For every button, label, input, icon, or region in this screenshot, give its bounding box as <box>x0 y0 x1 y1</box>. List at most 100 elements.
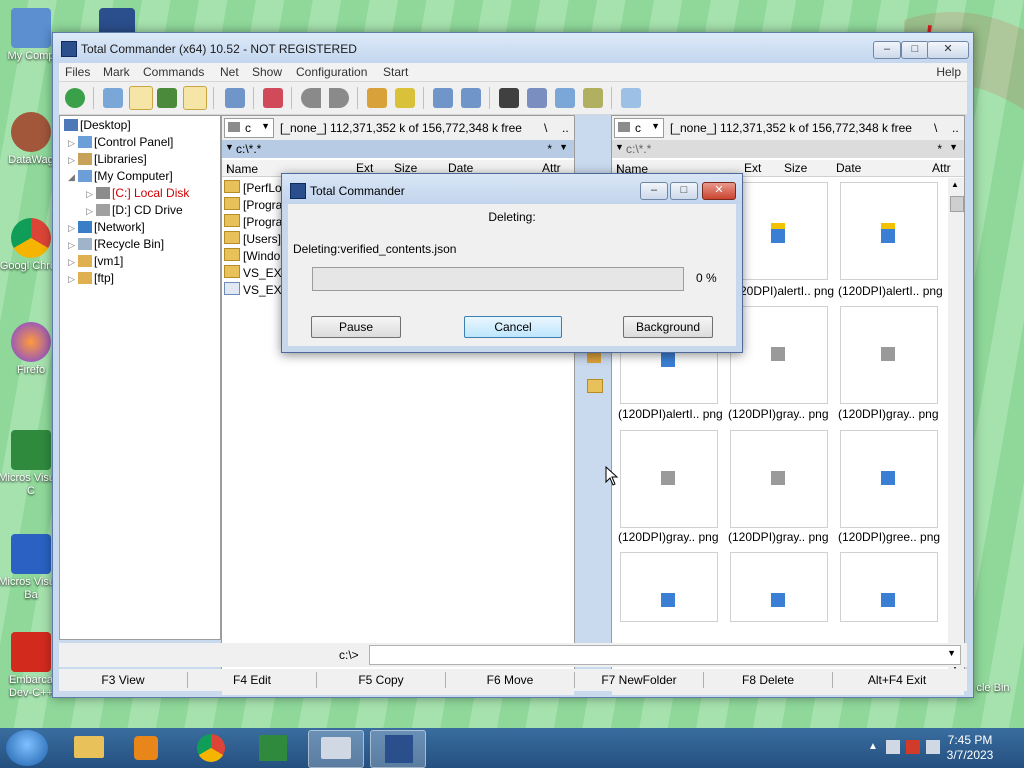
filter-dropdown-icon[interactable]: ▼ <box>559 142 568 152</box>
unpack-icon[interactable] <box>395 88 415 108</box>
file-row[interactable]: [Progra <box>224 197 282 212</box>
cancel-button[interactable]: Cancel <box>464 316 562 338</box>
back-arrow-icon[interactable] <box>301 88 321 108</box>
left-path-bar[interactable]: ▼ c:\*.* * ▼ <box>222 140 574 158</box>
tree-item-control-panel[interactable]: ▷ [Control Panel] <box>68 135 173 149</box>
menu-start[interactable]: Start <box>383 65 408 79</box>
tree-item-desktop[interactable]: [Desktop] <box>64 118 131 132</box>
taskbar-media-player[interactable] <box>120 730 174 766</box>
expand-icon[interactable]: ▷ <box>86 189 96 200</box>
right-path-bar[interactable]: ▼ c:\*.* * ▼ <box>612 140 964 158</box>
thumbnail[interactable] <box>730 430 828 528</box>
multi-rename-icon[interactable] <box>527 88 547 108</box>
f3-view-button[interactable]: F3 View <box>59 673 187 687</box>
background-button[interactable]: Background <box>623 316 713 338</box>
compare-icon[interactable] <box>583 88 603 108</box>
forward-arrow-icon[interactable] <box>329 88 349 108</box>
clock[interactable]: 7:45 PM 3/7/2023 <box>940 733 1000 763</box>
taskbar-visual-csharp[interactable] <box>246 730 300 766</box>
left-root-button[interactable]: \ <box>544 121 547 135</box>
start-button[interactable] <box>6 730 48 766</box>
expand-icon[interactable]: ▷ <box>68 257 78 268</box>
thumbnail[interactable] <box>840 430 938 528</box>
expand-icon[interactable]: ▷ <box>68 138 78 149</box>
ftp-icon[interactable] <box>433 88 453 108</box>
full-view-icon[interactable] <box>129 86 153 110</box>
search-icon[interactable] <box>499 88 519 108</box>
menu-mark[interactable]: Mark <box>103 65 130 79</box>
thumbnail[interactable] <box>620 430 718 528</box>
refresh-icon[interactable] <box>65 88 85 108</box>
close-button[interactable]: ✕ <box>927 41 969 59</box>
flag-tray-icon[interactable] <box>906 740 920 754</box>
tree-item-ftp[interactable]: ▷ [ftp] <box>68 271 114 285</box>
volume-tray-icon[interactable] <box>926 740 940 754</box>
menu-show[interactable]: Show <box>252 65 282 79</box>
history-dropdown-icon[interactable]: ▼ <box>615 142 624 152</box>
thumbnail[interactable] <box>620 552 718 622</box>
thumbnail[interactable] <box>840 306 938 404</box>
right-root-button[interactable]: \ <box>934 121 937 135</box>
scroll-thumb[interactable] <box>950 196 964 212</box>
window-titlebar[interactable]: Total Commander (x64) 10.52 - NOT REGIST… <box>53 33 973 63</box>
pause-button[interactable]: Pause <box>311 316 401 338</box>
file-row[interactable]: VS_EXP <box>224 265 290 280</box>
notepad-icon[interactable] <box>621 88 641 108</box>
show-hidden-icons-icon[interactable]: ▲ <box>868 741 878 752</box>
chevron-down-icon[interactable]: ▼ <box>947 648 956 658</box>
taskbar-explorer[interactable] <box>62 730 116 766</box>
menu-configuration[interactable]: Configuration <box>296 65 367 79</box>
menu-files[interactable]: Files <box>65 65 90 79</box>
invert-selection-icon[interactable] <box>225 88 245 108</box>
dialog-titlebar[interactable]: Total Commander – □ ✕ <box>282 174 742 204</box>
menu-help[interactable]: Help <box>936 65 961 79</box>
thumbnail[interactable] <box>730 552 828 622</box>
f7-newfolder-button[interactable]: F7 NewFolder <box>575 673 703 687</box>
expand-icon[interactable]: ▷ <box>68 155 78 166</box>
tree-item-local-disk-c[interactable]: ▷ [C:] Local Disk <box>86 186 189 200</box>
thumbnail[interactable] <box>730 306 828 404</box>
file-row[interactable]: [Users] <box>224 231 281 246</box>
col-attr[interactable]: Attr <box>932 161 951 175</box>
taskbar-keyboard-app[interactable] <box>308 730 364 768</box>
dialog-close-button[interactable]: ✕ <box>702 182 736 200</box>
left-drive-select[interactable]: c ▼ <box>224 118 274 138</box>
right-scrollbar[interactable]: ▲ ▼ <box>948 178 964 671</box>
left-filter[interactable]: * <box>547 142 552 156</box>
thumbnails-icon[interactable] <box>157 88 177 108</box>
file-row[interactable]: [Windo <box>224 248 280 263</box>
tree-item-network[interactable]: ▷ [Network] <box>68 220 145 234</box>
tree-view-icon[interactable] <box>183 86 207 110</box>
taskbar-chrome[interactable] <box>184 730 238 766</box>
right-up-button[interactable]: .. <box>952 121 959 135</box>
collapse-icon[interactable]: ◢ <box>68 172 78 183</box>
tree-item-libraries[interactable]: ▷ [Libraries] <box>68 152 147 166</box>
expand-icon[interactable]: ▷ <box>86 206 96 217</box>
minimize-button[interactable]: – <box>873 41 901 59</box>
col-size[interactable]: Size <box>784 161 807 175</box>
file-row[interactable]: [PerfLo <box>224 180 282 195</box>
right-filter[interactable]: * <box>937 142 942 156</box>
pack-icon[interactable] <box>367 88 387 108</box>
menu-commands[interactable]: Commands <box>143 65 204 79</box>
tree-item-recycle-bin[interactable]: ▷ [Recycle Bin] <box>68 237 164 251</box>
thumbnail[interactable] <box>840 552 938 622</box>
menu-net[interactable]: Net <box>220 65 239 79</box>
new-folder-icon[interactable] <box>587 379 603 393</box>
history-dropdown-icon[interactable]: ▼ <box>225 142 234 152</box>
expand-icon[interactable]: ▷ <box>68 274 78 285</box>
url-icon[interactable] <box>461 88 481 108</box>
filter-dropdown-icon[interactable]: ▼ <box>949 142 958 152</box>
f4-edit-button[interactable]: F4 Edit <box>188 673 316 687</box>
f5-copy-button[interactable]: F5 Copy <box>317 673 445 687</box>
network-tray-icon[interactable] <box>886 740 900 754</box>
dialog-minimize-button[interactable]: – <box>640 182 668 200</box>
expand-icon[interactable]: ▷ <box>68 240 78 251</box>
brief-view-icon[interactable] <box>103 88 123 108</box>
dialog-maximize-button[interactable]: □ <box>670 182 698 200</box>
col-ext[interactable]: Ext <box>744 161 761 175</box>
left-up-button[interactable]: .. <box>562 121 569 135</box>
right-drive-select[interactable]: c ▼ <box>614 118 664 138</box>
file-row[interactable]: [Progra <box>224 214 282 229</box>
expand-icon[interactable]: ▷ <box>68 223 78 234</box>
